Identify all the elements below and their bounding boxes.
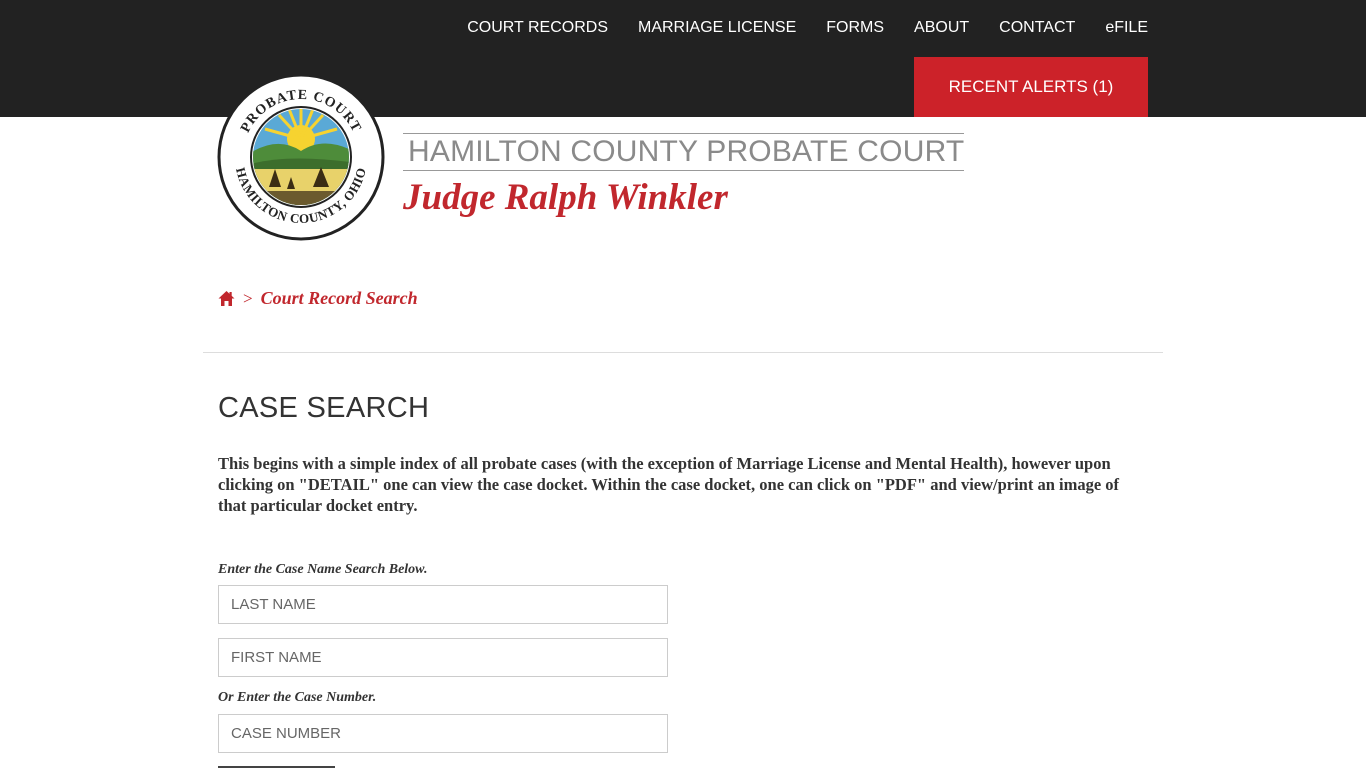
case-number-label: Or Enter the Case Number. [218, 690, 377, 705]
nav-efile[interactable]: eFILE [1105, 18, 1148, 38]
breadcrumb-separator: > [243, 288, 253, 308]
main-nav: COURT RECORDS MARRIAGE LICENSE FORMS ABO… [467, 18, 1148, 38]
judge-name: Judge Ralph Winkler [403, 177, 728, 218]
home-icon[interactable] [218, 290, 235, 307]
nav-about[interactable]: ABOUT [914, 18, 969, 38]
case-number-input[interactable] [218, 714, 668, 753]
page-title: CASE SEARCH [218, 392, 430, 424]
court-title-block: HAMILTON COUNTY PROBATE COURT [403, 133, 964, 171]
recent-alerts-button[interactable]: RECENT ALERTS (1) [914, 57, 1148, 117]
title-rule-bottom [403, 170, 964, 171]
intro-text: This begins with a simple index of all p… [218, 454, 1120, 515]
section-divider [203, 352, 1163, 353]
seal-graphic: PROBATE COURT HAMILTON COUNTY, OHIO [217, 73, 385, 241]
nav-contact[interactable]: CONTACT [999, 18, 1075, 38]
top-navigation-bar: COURT RECORDS MARRIAGE LICENSE FORMS ABO… [0, 0, 1366, 117]
name-search-label: Enter the Case Name Search Below. [218, 562, 428, 577]
first-name-input[interactable] [218, 638, 668, 677]
nav-marriage-license[interactable]: MARRIAGE LICENSE [638, 18, 796, 38]
last-name-input[interactable] [218, 585, 668, 624]
nav-forms[interactable]: FORMS [826, 18, 884, 38]
breadcrumb: > Court Record Search [218, 288, 418, 309]
nav-court-records[interactable]: COURT RECORDS [467, 18, 608, 38]
court-seal-logo[interactable]: PROBATE COURT HAMILTON COUNTY, OHIO [217, 73, 385, 241]
court-name: HAMILTON COUNTY PROBATE COURT [408, 135, 965, 168]
breadcrumb-current: Court Record Search [260, 288, 418, 308]
